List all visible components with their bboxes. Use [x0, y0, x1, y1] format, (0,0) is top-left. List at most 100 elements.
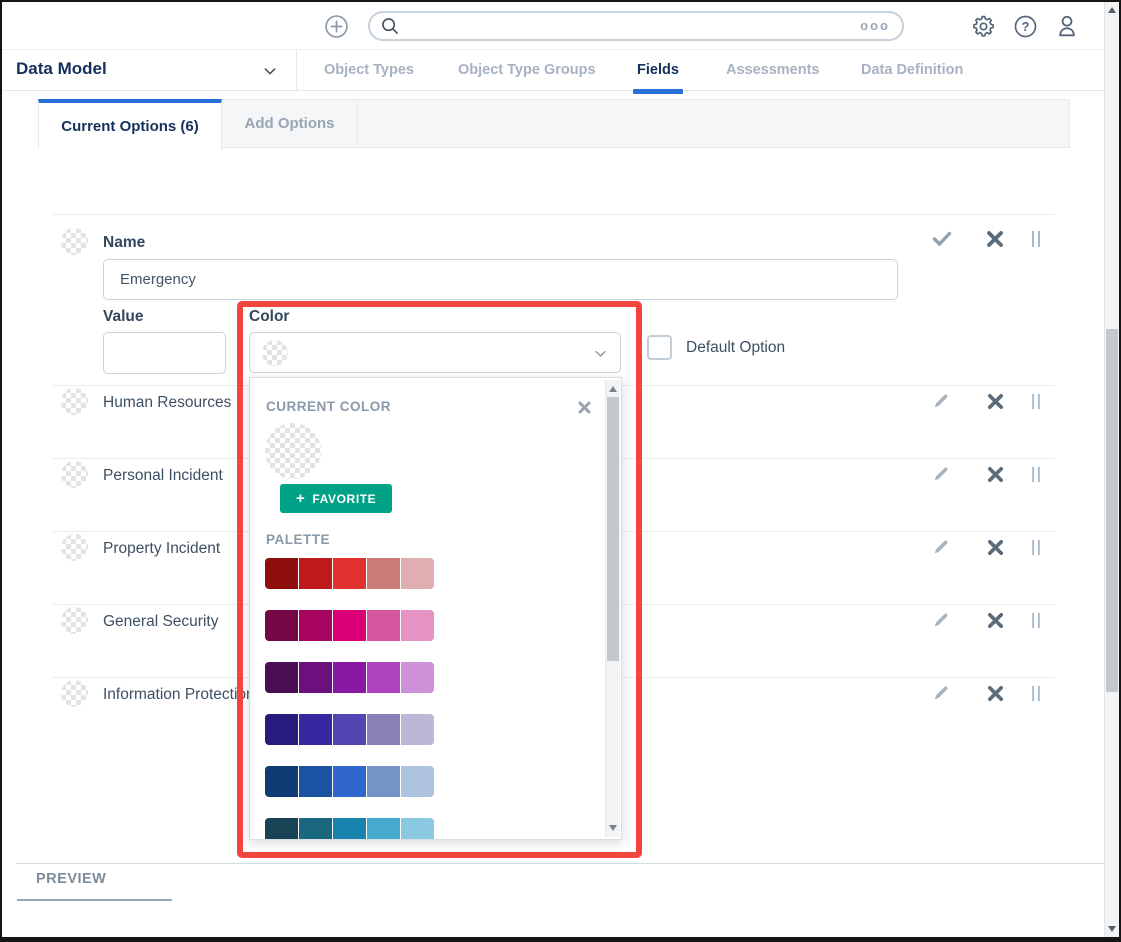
palette-swatch[interactable] [401, 714, 434, 745]
palette-swatch[interactable] [299, 766, 332, 797]
popup-scrollbar[interactable] [605, 380, 620, 837]
svg-text:?: ? [1022, 19, 1030, 34]
chevron-down-icon [593, 346, 608, 361]
page-scrollbar-thumb[interactable] [1106, 329, 1118, 692]
nav-bar: Data Model Object Types Object Type Grou… [2, 50, 1106, 91]
delete-icon[interactable] [986, 392, 1005, 411]
color-picker-dropdown: CURRENT COLOR + FAVORITE PALETTE [249, 377, 622, 840]
nav-item-data-definition[interactable]: Data Definition [861, 50, 963, 91]
nav-item-assessments[interactable]: Assessments [726, 50, 820, 91]
palette-swatch[interactable] [333, 610, 366, 641]
value-input[interactable] [103, 332, 226, 374]
search-icon [379, 15, 401, 37]
delete-icon[interactable] [986, 538, 1005, 557]
search-overflow-icon[interactable]: ooo [860, 19, 890, 34]
nav-item-object-type-groups[interactable]: Object Type Groups [458, 50, 596, 91]
page-scrollbar[interactable] [1104, 2, 1119, 937]
default-option-checkbox[interactable] [647, 335, 672, 360]
add-icon[interactable] [324, 14, 349, 39]
name-input[interactable] [103, 259, 898, 300]
scroll-up-icon[interactable] [1108, 7, 1116, 13]
edit-pencil-icon[interactable] [932, 537, 951, 556]
palette-swatch[interactable] [265, 558, 298, 589]
top-bar: ooo ? [2, 2, 1106, 50]
selected-color-swatch-transparent [262, 340, 288, 366]
module-selector-label: Data Model [16, 59, 107, 79]
palette-swatch[interactable] [265, 610, 298, 641]
scroll-down-icon[interactable] [1108, 926, 1116, 932]
drag-handle-icon[interactable] [1028, 229, 1044, 249]
option-color-swatch-transparent [61, 607, 88, 634]
palette-swatch[interactable] [333, 662, 366, 693]
favorite-button[interactable]: + FAVORITE [280, 484, 392, 513]
palette-swatch[interactable] [401, 558, 434, 589]
preview-heading: PREVIEW [36, 871, 106, 887]
edit-pencil-icon[interactable] [932, 464, 951, 483]
palette-swatch[interactable] [265, 818, 298, 840]
palette-swatch[interactable] [265, 766, 298, 797]
nav-item-object-types[interactable]: Object Types [324, 50, 414, 91]
options-tab-strip: Add Options Current Options (6) [38, 99, 1070, 148]
scroll-down-icon[interactable] [609, 825, 617, 831]
popup-scrollbar-thumb[interactable] [607, 397, 619, 661]
drag-handle-icon[interactable] [1028, 392, 1044, 411]
palette-swatch[interactable] [333, 818, 366, 840]
palette-swatch[interactable] [333, 714, 366, 745]
delete-icon[interactable] [986, 465, 1005, 484]
palette-swatch[interactable] [299, 558, 332, 589]
tab-add-options[interactable]: Add Options [222, 100, 358, 147]
palette-swatch[interactable] [367, 662, 400, 693]
section-divider [16, 863, 1106, 864]
palette-swatch[interactable] [401, 610, 434, 641]
close-icon[interactable] [577, 400, 592, 415]
search-input[interactable] [401, 18, 860, 34]
palette-swatch[interactable] [367, 714, 400, 745]
palette-row-blues [265, 766, 434, 797]
delete-icon[interactable] [986, 684, 1005, 703]
palette-swatch[interactable] [265, 662, 298, 693]
palette-swatch[interactable] [299, 714, 332, 745]
chevron-down-icon [262, 63, 278, 79]
scroll-up-icon[interactable] [609, 386, 617, 392]
palette-swatch[interactable] [333, 766, 366, 797]
palette-swatch[interactable] [401, 818, 434, 840]
preview-underline [17, 899, 172, 901]
color-select-dropdown[interactable] [249, 332, 621, 373]
gear-icon[interactable] [971, 14, 996, 39]
palette-row-reds [265, 558, 434, 589]
plus-icon: + [296, 491, 305, 506]
palette-swatch[interactable] [367, 818, 400, 840]
palette-swatch[interactable] [367, 610, 400, 641]
option-row-label: Property Incident [103, 540, 220, 558]
drag-handle-icon[interactable] [1028, 611, 1044, 630]
palette-swatch[interactable] [299, 662, 332, 693]
palette-swatch[interactable] [401, 766, 434, 797]
cancel-icon[interactable] [985, 229, 1005, 249]
user-profile-icon[interactable] [1054, 13, 1080, 39]
drag-handle-icon[interactable] [1028, 538, 1044, 557]
palette-swatch[interactable] [367, 558, 400, 589]
module-selector-dropdown[interactable]: Data Model [16, 50, 297, 91]
palette-swatch[interactable] [299, 610, 332, 641]
edit-pencil-icon[interactable] [932, 391, 951, 410]
tab-current-options[interactable]: Current Options (6) [38, 99, 222, 150]
drag-handle-icon[interactable] [1028, 465, 1044, 484]
edit-pencil-icon[interactable] [932, 683, 951, 702]
palette-swatch[interactable] [333, 558, 366, 589]
search-bar[interactable]: ooo [368, 11, 904, 41]
palette-swatch[interactable] [367, 766, 400, 797]
help-icon[interactable]: ? [1013, 14, 1038, 39]
palette-row-purples [265, 662, 434, 693]
confirm-icon[interactable] [930, 227, 954, 251]
option-color-swatch-transparent [61, 461, 88, 488]
option-color-swatch-transparent [61, 534, 88, 561]
delete-icon[interactable] [986, 611, 1005, 630]
palette-swatch[interactable] [401, 662, 434, 693]
nav-item-fields[interactable]: Fields [637, 50, 679, 91]
edit-pencil-icon[interactable] [932, 610, 951, 629]
option-color-swatch-transparent [61, 388, 88, 415]
drag-handle-icon[interactable] [1028, 684, 1044, 703]
active-tab-underline [633, 89, 683, 94]
palette-swatch[interactable] [299, 818, 332, 840]
palette-swatch[interactable] [265, 714, 298, 745]
